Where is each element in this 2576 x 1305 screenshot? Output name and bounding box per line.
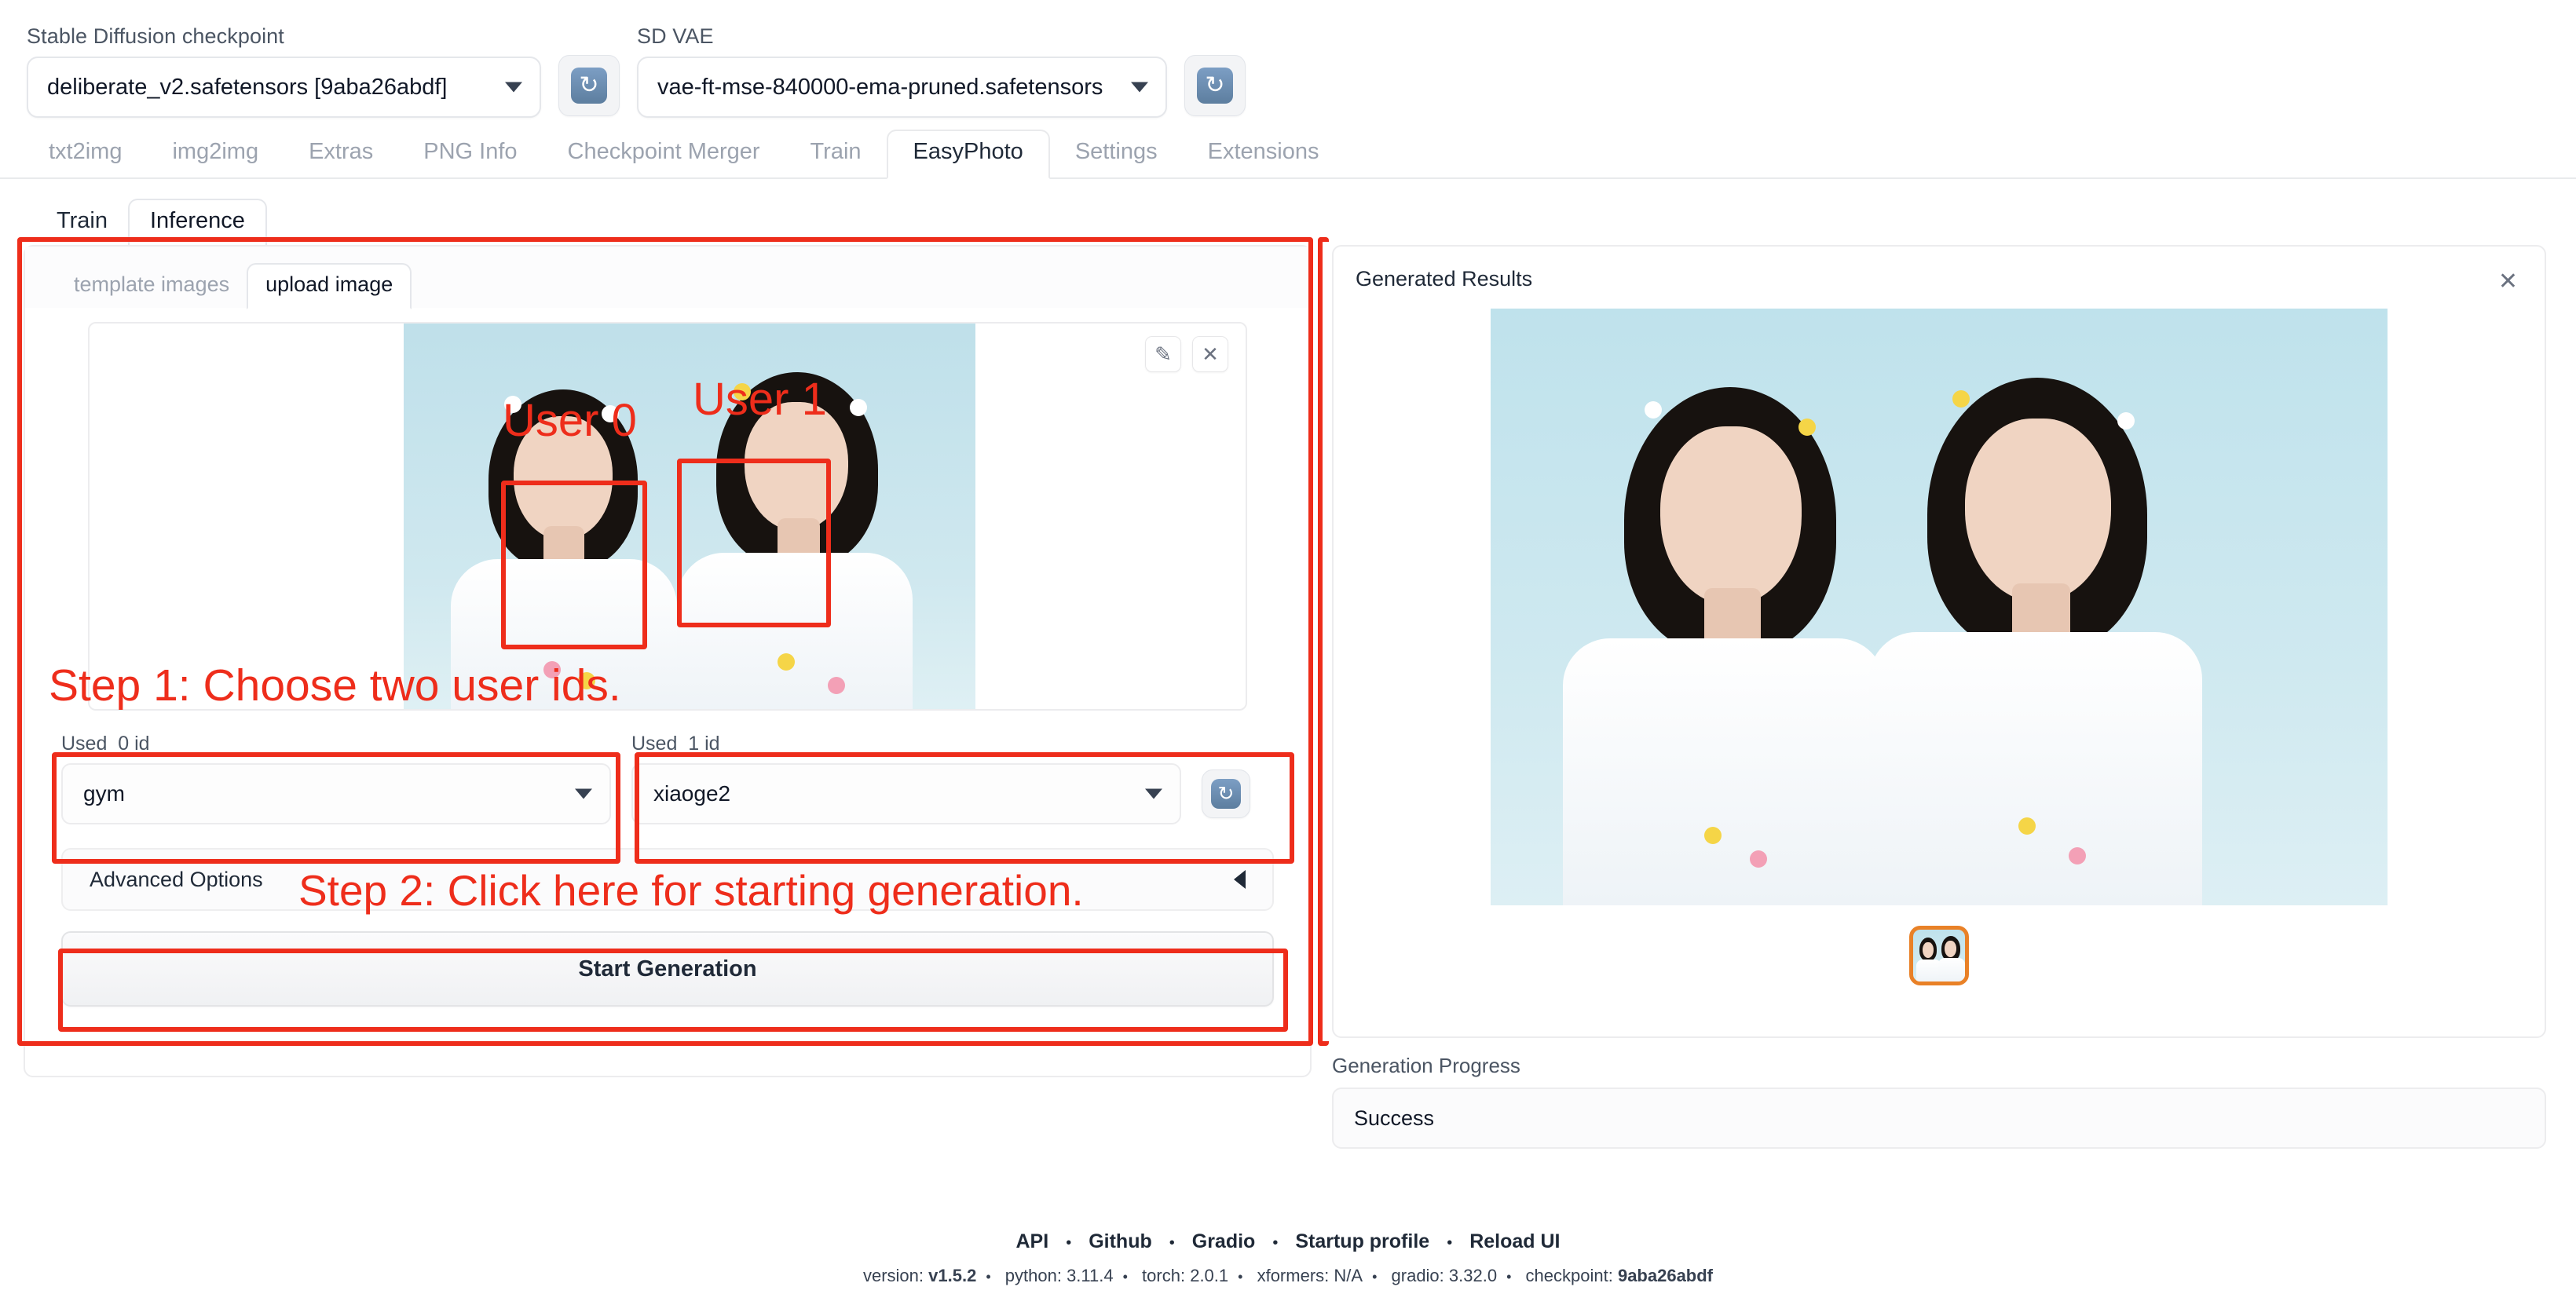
- footer: API•Github•Gradio•Startup profile•Reload…: [0, 1230, 2576, 1286]
- result-thumbnail-row: [1334, 905, 2545, 1009]
- refresh-checkpoint-button[interactable]: ↻: [558, 55, 620, 116]
- tab-extras[interactable]: Extras: [284, 131, 398, 177]
- refresh-icon: ↻: [571, 68, 607, 104]
- easyphoto-subtab-bar: Train Inference: [0, 179, 2576, 245]
- edit-icon[interactable]: ✎: [1145, 336, 1181, 372]
- footer-link-reload-ui[interactable]: Reload UI: [1469, 1230, 1560, 1252]
- vae-select[interactable]: vae-ft-mse-840000-ema-pruned.safetensors: [637, 57, 1167, 118]
- gradio-key: gradio:: [1392, 1266, 1444, 1285]
- torch-key: torch:: [1142, 1266, 1185, 1285]
- chevron-down-icon: [575, 789, 592, 799]
- footer-separator: •: [1228, 1269, 1252, 1285]
- start-generation-button[interactable]: Start Generation: [61, 931, 1274, 1007]
- tab-settings[interactable]: Settings: [1050, 131, 1183, 177]
- used-0-select[interactable]: gym: [61, 763, 611, 824]
- footer-link-startup-profile[interactable]: Startup profile: [1295, 1230, 1429, 1252]
- footer-separator: •: [1048, 1234, 1089, 1252]
- used-1-value: xiaoge2: [653, 781, 730, 806]
- inner-tab-template-images[interactable]: template images: [57, 265, 247, 308]
- xformers-val: N/A: [1334, 1266, 1363, 1285]
- used-1-field: Used_1 id xiaoge2: [631, 733, 1181, 824]
- refresh-vae-button[interactable]: ↻: [1184, 55, 1246, 116]
- chevron-down-icon: [1131, 82, 1148, 93]
- used-1-select[interactable]: xiaoge2: [631, 763, 1181, 824]
- annotation-user1-text: User 1: [693, 373, 827, 426]
- subtab-inference[interactable]: Inference: [128, 199, 267, 245]
- generated-results-panel: Generated Results ✕: [1332, 245, 2546, 1038]
- checkpoint-key: checkpoint:: [1526, 1266, 1613, 1285]
- right-results-column: Generated Results ✕: [1332, 245, 2552, 1187]
- checkpoint-select[interactable]: deliberate_v2.safetensors [9aba26abdf]: [27, 57, 541, 118]
- refresh-icon: ↻: [1197, 68, 1233, 104]
- refresh-icon: ↻: [1211, 779, 1241, 809]
- checkpoint-val: 9aba26abdf: [1618, 1266, 1713, 1285]
- annotation-step1-text: Step 1: Choose two user ids.: [49, 660, 621, 711]
- user-id-row: Used_0 id gym Used_1 id xiaoge2: [25, 733, 1310, 824]
- refresh-user-ids-button[interactable]: ↻: [1202, 769, 1250, 818]
- vae-label: SD VAE: [637, 24, 1167, 49]
- used-0-label: Used_0 id: [61, 733, 611, 755]
- model-toolbar: Stable Diffusion checkpoint deliberate_v…: [0, 0, 2576, 118]
- tab-img2img[interactable]: img2img: [147, 131, 284, 177]
- upload-image-canvas[interactable]: ✎ ✕: [88, 322, 1247, 711]
- footer-separator: •: [1497, 1269, 1520, 1285]
- footer-separator: •: [976, 1269, 1000, 1285]
- footer-link-github[interactable]: Github: [1089, 1230, 1152, 1252]
- python-val: 3.11.4: [1067, 1266, 1114, 1285]
- footer-version: version: v1.5.2• python: 3.11.4• torch: …: [0, 1266, 2576, 1286]
- footer-links: API•Github•Gradio•Startup profile•Reload…: [0, 1230, 2576, 1253]
- generation-progress-value: Success: [1332, 1088, 2546, 1149]
- caret-left-icon: [1234, 870, 1246, 889]
- main-tab-bar: txt2img img2img Extras PNG Info Checkpoi…: [0, 124, 2576, 179]
- vae-value: vae-ft-mse-840000-ema-pruned.safetensors: [657, 75, 1103, 101]
- annotation-user0-text: User 0: [503, 394, 637, 447]
- result-thumbnail[interactable]: [1909, 926, 1969, 985]
- tab-extensions[interactable]: Extensions: [1183, 131, 1345, 177]
- used-1-label: Used_1 id: [631, 733, 1181, 755]
- close-icon[interactable]: ✕: [2498, 270, 2518, 294]
- subtab-train[interactable]: Train: [36, 200, 128, 245]
- footer-separator: •: [1255, 1234, 1295, 1252]
- checkpoint-label: Stable Diffusion checkpoint: [27, 24, 541, 49]
- annotation-outline-results: [1318, 237, 1329, 1046]
- annotation-step2-text: Step 2: Click here for starting generati…: [298, 865, 1084, 916]
- chevron-down-icon: [1145, 789, 1162, 799]
- generated-results-title: Generated Results: [1334, 247, 2545, 291]
- generation-progress-label: Generation Progress: [1332, 1038, 2546, 1078]
- checkpoint-field: Stable Diffusion checkpoint deliberate_v…: [27, 24, 541, 118]
- torch-val: 2.0.1: [1190, 1266, 1228, 1285]
- python-key: python:: [1005, 1266, 1062, 1285]
- results-wrap: Generated Results ✕: [1332, 245, 2552, 1149]
- inference-body: template images upload image ✎ ✕: [0, 245, 2576, 1187]
- version-key: version:: [863, 1266, 924, 1285]
- chevron-down-icon: [505, 82, 522, 93]
- image-toolbar: ✎ ✕: [1145, 336, 1228, 372]
- footer-separator: •: [1363, 1269, 1386, 1285]
- uploaded-photo: [404, 324, 975, 711]
- checkpoint-value: deliberate_v2.safetensors [9aba26abdf]: [47, 75, 447, 101]
- footer-separator: •: [1114, 1269, 1137, 1285]
- vae-field: SD VAE vae-ft-mse-840000-ema-pruned.safe…: [637, 24, 1167, 118]
- tab-easyphoto[interactable]: EasyPhoto: [887, 130, 1050, 179]
- advanced-options-label: Advanced Options: [90, 868, 263, 892]
- tab-png-info[interactable]: PNG Info: [398, 131, 542, 177]
- close-icon[interactable]: ✕: [1192, 336, 1228, 372]
- left-controls-column: template images upload image ✎ ✕: [24, 245, 1312, 1187]
- easyphoto-webui: Stable Diffusion checkpoint deliberate_v…: [0, 0, 2576, 1305]
- version-val: v1.5.2: [928, 1266, 976, 1285]
- generated-image[interactable]: [1491, 309, 2388, 905]
- template-tab-bar: template images upload image: [25, 247, 1310, 308]
- used-0-value: gym: [83, 781, 125, 806]
- inner-tab-upload-image[interactable]: upload image: [247, 263, 412, 309]
- footer-separator: •: [1152, 1234, 1192, 1252]
- used-0-field: Used_0 id gym: [61, 733, 611, 824]
- tab-checkpoint-merger[interactable]: Checkpoint Merger: [543, 131, 785, 177]
- gradio-val: 3.32.0: [1449, 1266, 1497, 1285]
- tab-train[interactable]: Train: [785, 131, 887, 177]
- xformers-key: xformers:: [1257, 1266, 1330, 1285]
- footer-link-gradio[interactable]: Gradio: [1192, 1230, 1256, 1252]
- footer-link-api[interactable]: API: [1016, 1230, 1049, 1252]
- tab-txt2img[interactable]: txt2img: [24, 131, 147, 177]
- footer-separator: •: [1429, 1234, 1469, 1252]
